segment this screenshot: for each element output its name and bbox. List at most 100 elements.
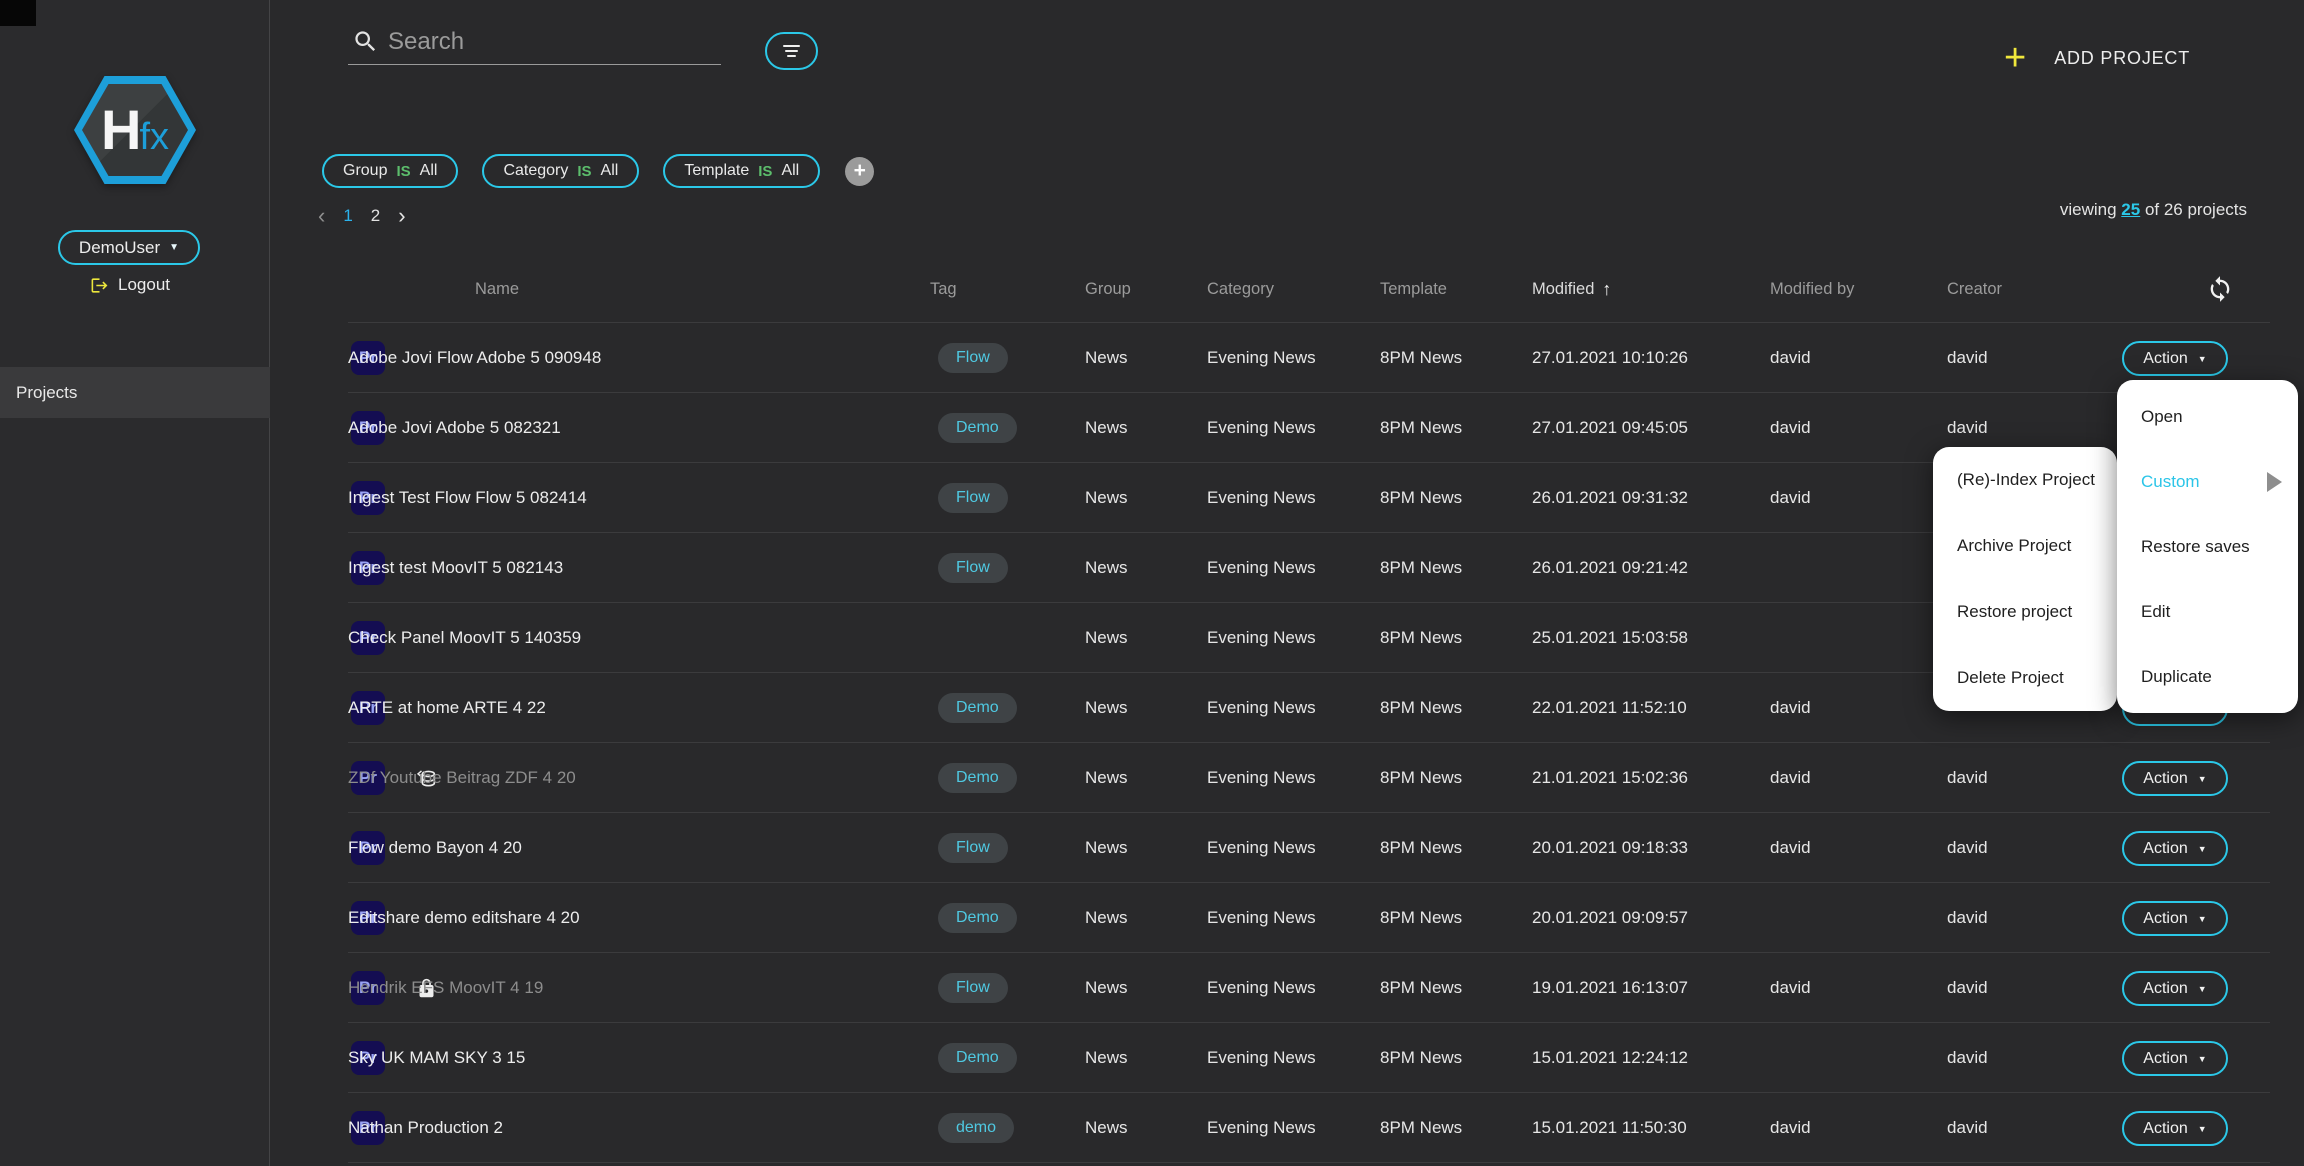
viewing-count-link[interactable]: 25 — [2121, 200, 2140, 219]
submenu-item-restore-project[interactable]: Restore project — [1933, 579, 2117, 645]
chevron-down-icon: ▼ — [2198, 774, 2207, 784]
column-header-group[interactable]: Group — [1085, 255, 1131, 323]
action-button[interactable]: Action ▼ — [2122, 1111, 2228, 1146]
group-value: News — [1085, 603, 1128, 673]
project-name: Adobe Jovi Adobe 5 082321 — [348, 393, 561, 463]
logout-icon — [90, 276, 109, 295]
column-header-name[interactable]: Name — [475, 255, 519, 323]
table-header: Name Tag Group Category Template Modifie… — [348, 255, 2270, 323]
table-row[interactable]: Pr Nathan Production 2 demo News Evening… — [348, 1093, 2270, 1163]
search-input[interactable] — [388, 24, 708, 60]
tag-badge: Demo — [938, 763, 1017, 793]
menu-item-edit[interactable]: Edit — [2117, 579, 2298, 644]
creator-value: david — [1947, 743, 1988, 813]
modified-value: 27.01.2021 09:45:05 — [1532, 393, 1688, 463]
page-number-2[interactable]: 2 — [371, 206, 380, 226]
sidebar: H fx DemoUser ▼ Logout Projects — [0, 0, 270, 1166]
modified-value: 25.01.2021 15:03:58 — [1532, 603, 1688, 673]
filter-chip-category[interactable]: Category IS All — [482, 154, 639, 188]
table-row[interactable]: Pr Editshare demo editshare 4 20 Demo Ne… — [348, 883, 2270, 953]
sidebar-item-projects[interactable]: Projects — [0, 367, 270, 418]
project-name: Ingest test MoovIT 5 082143 — [348, 533, 563, 603]
filter-chip-template[interactable]: Template IS All — [663, 154, 820, 188]
action-button[interactable]: Action ▼ — [2122, 1041, 2228, 1076]
group-value: News — [1085, 533, 1128, 603]
modified-value: 22.01.2021 11:52:10 — [1532, 673, 1687, 743]
filter-chip-group[interactable]: Group IS All — [322, 154, 458, 188]
page-number-1[interactable]: 1 — [343, 206, 352, 226]
category-value: Evening News — [1207, 953, 1316, 1023]
group-value: News — [1085, 323, 1128, 393]
template-value: 8PM News — [1380, 813, 1462, 883]
sort-options-button[interactable] — [765, 32, 818, 70]
tag-badge: Flow — [938, 833, 1008, 863]
group-value: News — [1085, 743, 1128, 813]
column-header-category[interactable]: Category — [1207, 255, 1274, 323]
menu-item-open[interactable]: Open — [2117, 384, 2298, 449]
modified-value: 15.01.2021 11:50:30 — [1532, 1093, 1687, 1163]
menu-item-restore-saves[interactable]: Restore saves — [2117, 514, 2298, 579]
column-header-modified-by[interactable]: Modified by — [1770, 255, 1854, 323]
menu-item-duplicate[interactable]: Duplicate — [2117, 644, 2298, 709]
template-value: 8PM News — [1380, 603, 1462, 673]
action-button[interactable]: Action ▼ — [2122, 341, 2228, 376]
category-value: Evening News — [1207, 743, 1316, 813]
app-logo: H fx — [74, 76, 196, 184]
refresh-icon[interactable] — [2206, 275, 2234, 303]
category-value: Evening News — [1207, 1093, 1316, 1163]
table-row[interactable]: Pr Adobe Jovi Flow Adobe 5 090948 Flow N… — [348, 323, 2270, 393]
template-value: 8PM News — [1380, 393, 1462, 463]
template-value: 8PM News — [1380, 883, 1462, 953]
modified-by-value: david — [1770, 673, 1811, 743]
submenu-item-archive-project[interactable]: Archive Project — [1933, 513, 2117, 579]
table-row[interactable]: Pr Hendrik EFS MoovIT 4 19 Flow News Eve… — [348, 953, 2270, 1023]
add-filter-button[interactable]: + — [845, 157, 874, 186]
column-header-creator[interactable]: Creator — [1947, 255, 2002, 323]
action-button[interactable]: Action ▼ — [2122, 761, 2228, 796]
hexagon-logo-face: H fx — [82, 84, 188, 176]
table-row[interactable]: Pr Flow demo Bayon 4 20 Flow News Evenin… — [348, 813, 2270, 883]
modified-value: 20.01.2021 09:09:57 — [1532, 883, 1688, 953]
table-row[interactable]: Pr ZDf Youtube Beitrag ZDF 4 20 Demo New… — [348, 743, 2270, 813]
window-corner — [0, 0, 36, 26]
tag-badge: Demo — [938, 413, 1017, 443]
sort-lines-icon — [783, 45, 800, 47]
category-value: Evening News — [1207, 673, 1316, 743]
action-button[interactable]: Action ▼ — [2122, 901, 2228, 936]
chevron-down-icon: ▼ — [169, 242, 179, 253]
page-prev-button[interactable]: ‹ — [318, 205, 325, 227]
plus-icon: + — [2004, 40, 2026, 76]
search-underline — [348, 64, 721, 65]
project-name: ZDf Youtube Beitrag ZDF 4 20 — [348, 743, 576, 813]
logout-button[interactable]: Logout — [90, 275, 170, 295]
column-header-tag[interactable]: Tag — [930, 255, 957, 323]
modified-value: 19.01.2021 16:13:07 — [1532, 953, 1688, 1023]
modified-value: 27.01.2021 10:10:26 — [1532, 323, 1688, 393]
action-button[interactable]: Action ▼ — [2122, 831, 2228, 866]
project-name: Sky UK MAM SKY 3 15 — [348, 1023, 525, 1093]
add-project-button[interactable]: + ADD PROJECT — [2004, 40, 2190, 76]
action-button[interactable]: Action ▼ — [2122, 971, 2228, 1006]
category-value: Evening News — [1207, 603, 1316, 673]
user-menu-button[interactable]: DemoUser ▼ — [58, 230, 200, 265]
chevron-down-icon: ▼ — [2198, 1124, 2207, 1134]
submenu-item--re-index-project[interactable]: (Re)-Index Project — [1933, 447, 2117, 513]
page-next-button[interactable]: › — [398, 205, 405, 227]
column-header-template[interactable]: Template — [1380, 255, 1447, 323]
tag-badge: Demo — [938, 1043, 1017, 1073]
column-header-modified[interactable]: Modified ↑ — [1532, 255, 1611, 323]
add-project-label: ADD PROJECT — [2054, 48, 2190, 69]
template-value: 8PM News — [1380, 463, 1462, 533]
menu-item-custom[interactable]: Custom — [2117, 449, 2298, 514]
category-value: Evening News — [1207, 323, 1316, 393]
chevron-down-icon: ▼ — [2198, 1054, 2207, 1064]
creator-value: david — [1947, 323, 1988, 393]
creator-value: david — [1947, 813, 1988, 883]
table-row[interactable]: Pr Sky UK MAM SKY 3 15 Demo News Evening… — [348, 1023, 2270, 1093]
project-name: Check Panel MoovIT 5 140359 — [348, 603, 581, 673]
group-value: News — [1085, 673, 1128, 743]
project-name: Hendrik EFS MoovIT 4 19 — [348, 953, 543, 1023]
submenu-item-delete-project[interactable]: Delete Project — [1933, 645, 2117, 711]
project-name: ARTE at home ARTE 4 22 — [348, 673, 546, 743]
modified-by-value: david — [1770, 1093, 1811, 1163]
